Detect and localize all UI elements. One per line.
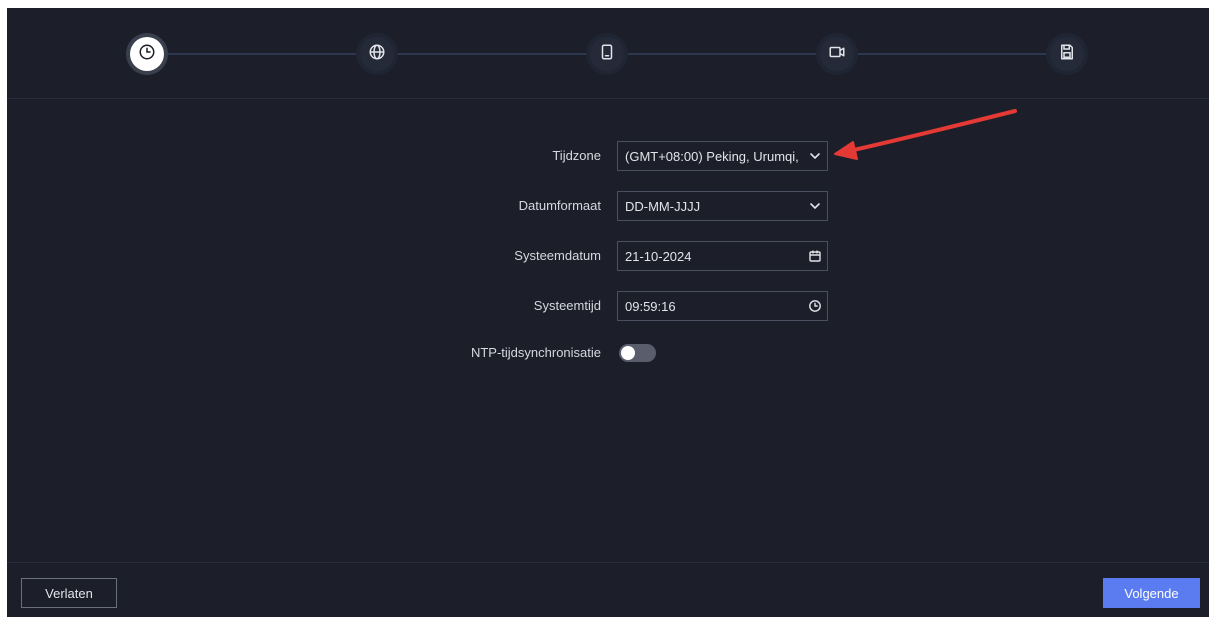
system-date-row: Systeemdatum 21-10-2024 — [7, 241, 1209, 271]
date-format-label: Datumformaat — [518, 198, 601, 213]
clock-icon — [138, 43, 156, 66]
step-mobile[interactable] — [590, 37, 624, 71]
toggle-knob — [621, 346, 635, 360]
system-time-label: Systeemtijd — [533, 298, 601, 313]
system-time-input[interactable]: 09:59:16 — [617, 291, 828, 321]
chevron-down-icon — [808, 149, 822, 163]
clock-icon[interactable] — [808, 299, 822, 313]
timezone-value: (GMT+08:00) Peking, Urumqi, — [625, 149, 799, 164]
next-button[interactable]: Volgende — [1103, 578, 1200, 608]
footer-divider — [7, 562, 1209, 563]
chevron-down-icon — [808, 199, 822, 213]
camera-icon — [828, 43, 846, 66]
step-storage[interactable] — [1050, 37, 1084, 71]
timezone-select[interactable]: (GMT+08:00) Peking, Urumqi, — [617, 141, 828, 171]
step-time[interactable] — [130, 37, 164, 71]
ntp-sync-toggle[interactable] — [619, 344, 656, 362]
system-date-label: Systeemdatum — [514, 248, 601, 263]
ntp-sync-label: NTP-tijdsynchronisatie — [470, 345, 601, 360]
exit-button[interactable]: Verlaten — [21, 578, 117, 608]
timezone-label: Tijdzone — [552, 148, 601, 163]
system-time-value: 09:59:16 — [625, 299, 676, 314]
save-disk-icon — [1058, 43, 1076, 66]
date-format-value: DD-MM-JJJJ — [625, 199, 701, 214]
wizard-stepper — [7, 8, 1209, 99]
system-time-row: Systeemtijd 09:59:16 — [7, 291, 1209, 321]
globe-icon — [368, 43, 386, 66]
date-format-select[interactable]: DD-MM-JJJJ — [617, 191, 828, 221]
step-network[interactable] — [360, 37, 394, 71]
step-camera[interactable] — [820, 37, 854, 71]
system-date-value: 21-10-2024 — [625, 249, 692, 264]
timezone-row: Tijdzone (GMT+08:00) Peking, Urumqi, — [7, 141, 1209, 171]
calendar-icon[interactable] — [808, 249, 822, 263]
mobile-device-icon — [598, 43, 616, 66]
ntp-sync-row: NTP-tijdsynchronisatie — [7, 338, 1209, 368]
system-date-input[interactable]: 21-10-2024 — [617, 241, 828, 271]
setup-wizard-window: Tijdzone (GMT+08:00) Peking, Urumqi, Dat… — [7, 8, 1209, 617]
date-format-row: Datumformaat DD-MM-JJJJ — [7, 191, 1209, 221]
